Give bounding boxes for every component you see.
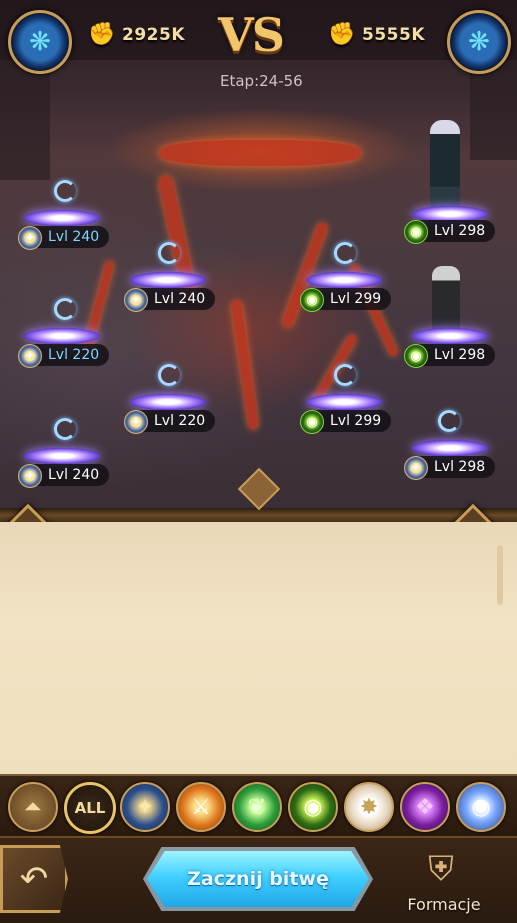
loading-spinner [158,364,180,386]
wilder-icon[interactable]: ❦ [232,782,282,832]
eye-faction-icon: ◉ [300,288,324,312]
formation-label[interactable]: Formacje [404,895,484,914]
fist-icon: ✊ [88,22,116,47]
hero-pad [412,440,488,456]
star-faction-icon: ✦ [18,226,42,250]
eye-faction-icon: ◉ [300,410,324,434]
ally-slot-2[interactable]: Lvl 220 ✦ [14,296,134,416]
faction-filter-bar: ⏶ ALL ✦ ⚔ ❦ ◉ ✸ ❖ ◎ [0,774,517,836]
fist-icon: ✊ [328,22,356,47]
filter-all-label: ALL [74,799,106,817]
lotus-icon: ❋ [29,27,51,57]
filter-all[interactable]: ALL [64,782,116,834]
ally-slot-1[interactable]: Lvl 240 ✦ [14,178,134,298]
lightbearer-icon[interactable]: ✦ [120,782,170,832]
hypogean-icon[interactable]: ❖ [400,782,450,832]
loading-spinner [438,410,460,432]
loading-spinner [54,298,76,320]
ally-slot-4[interactable]: Lvl 240 ✦ [120,240,240,360]
lotus-icon: ❋ [468,27,490,57]
mauler-icon[interactable]: ⚔ [176,782,226,832]
hero-pad [412,328,488,344]
versus-label: VS [218,8,285,62]
start-battle-button[interactable]: Zacznij bitwę [147,851,369,907]
loading-spinner [54,418,76,440]
graveborn-icon[interactable]: ◉ [288,782,338,832]
loading-spinner [158,242,180,264]
back-arrow-icon: ↶ [19,859,49,899]
stage-label: Etap:24-56 [220,72,303,90]
left-team-emblem: ❋ [8,10,72,74]
hero-pad [130,272,206,288]
rank-up-icon[interactable]: ⏶ [8,782,58,832]
right-team-emblem: ❋ [447,10,511,74]
start-battle-label: Zacznij bitwę [187,868,329,890]
right-team-power: 5555K [362,25,425,45]
hero-list-panel[interactable] [0,522,517,774]
hero-pad [130,394,206,410]
celestial-icon[interactable]: ✸ [344,782,394,832]
ally-slot-5[interactable]: Lvl 220 ✦ [120,362,240,482]
star-faction-icon: ✦ [124,288,148,312]
back-button[interactable]: ↶ [0,845,68,913]
loading-spinner [334,364,356,386]
hero-pad [24,210,100,226]
star-faction-icon: ✦ [18,464,42,488]
hero-pad [24,448,100,464]
enemy-hero-figure [430,120,460,215]
hero-pad [306,272,382,288]
hero-pad [306,394,382,410]
loading-spinner [54,180,76,202]
enemy-slot-5[interactable]: Lvl 299 ◉ [296,362,416,482]
scrollbar[interactable] [497,545,503,605]
enemy-slot-4[interactable]: Lvl 299 ◉ [296,240,416,360]
left-team-power: 2925K [122,25,185,45]
star-faction-icon: ✦ [124,410,148,434]
dimensional-icon[interactable]: ◎ [456,782,506,832]
star-faction-icon: ✦ [18,344,42,368]
loading-spinner [334,242,356,264]
formation-icon[interactable]: ⛨ [418,846,464,892]
hero-pad [24,328,100,344]
